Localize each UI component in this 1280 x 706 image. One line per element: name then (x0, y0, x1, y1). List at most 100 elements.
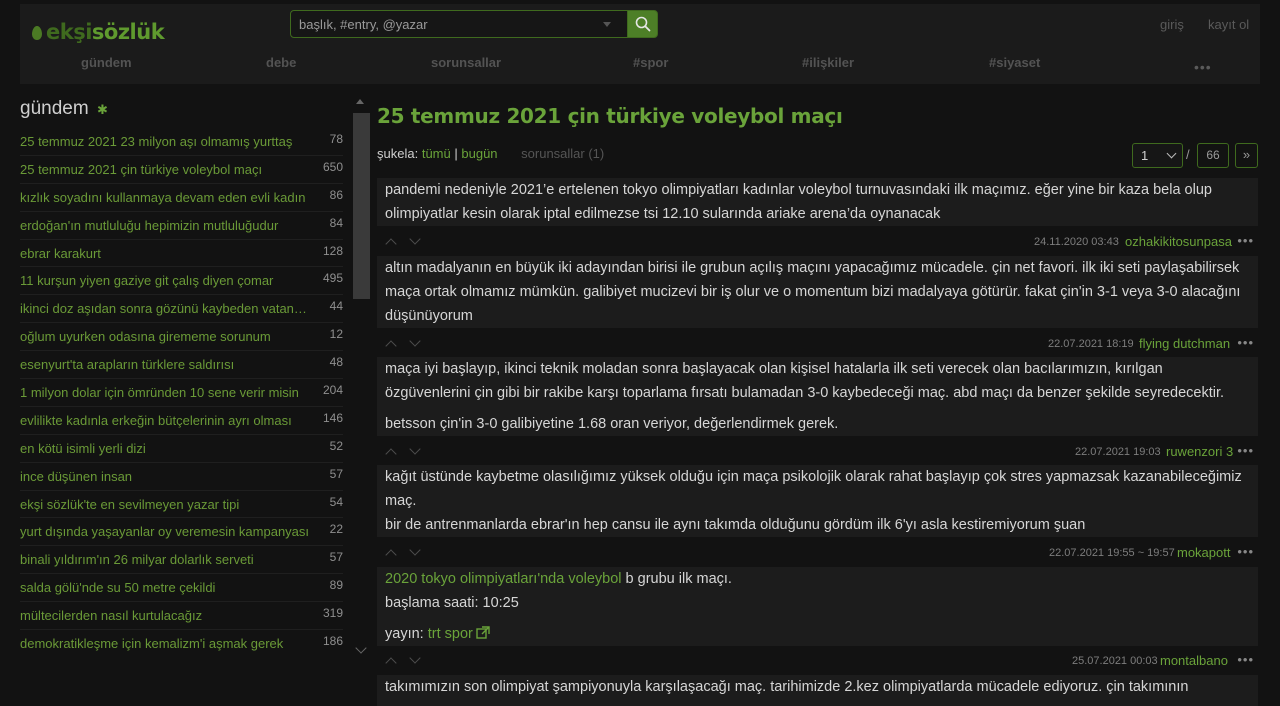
topic-heading[interactable]: 25 temmuz 2021 çin türkiye voleybol maçı (377, 104, 843, 128)
topic-item[interactable]: esenyurt'ta arapların türklere saldırısı… (20, 351, 343, 380)
downvote-icon[interactable] (409, 335, 421, 347)
more-options-icon[interactable]: ••• (1237, 652, 1254, 667)
topic-title[interactable]: 11 kurşun yiyen gaziye git çalış diyen ç… (20, 273, 310, 288)
register-link[interactable]: kayıt ol (1208, 17, 1249, 32)
upvote-icon[interactable] (385, 340, 397, 352)
downvote-icon[interactable] (409, 544, 421, 556)
topic-title[interactable]: demokratikleşme için kemalizm'i aşmak ge… (20, 636, 310, 651)
sukela-today-link[interactable]: bugün (461, 146, 497, 161)
topic-item[interactable]: ikinci doz aşıdan sonra gözünü kaybeden … (20, 295, 343, 324)
topic-title[interactable]: yurt dışında yaşayanlar oy veremesin kam… (20, 524, 310, 539)
entry-author[interactable]: flying dutchman (1139, 336, 1230, 351)
entry-content: kağıt üstünde kaybetme olasılığımız yüks… (377, 465, 1258, 537)
entry-author[interactable]: ozhakikitosunpasa (1125, 234, 1232, 249)
topic-item[interactable]: demokratikleşme için kemalizm'i aşmak ge… (20, 630, 343, 658)
scroll-down-icon[interactable] (355, 642, 367, 654)
nav-iliskiler[interactable]: #ilişkiler (802, 55, 854, 70)
topic-title[interactable]: erdoğan'ın mutluluğu hepimizin mutluluğu… (20, 218, 310, 233)
nav-sorunsallar[interactable]: sorunsallar (431, 55, 501, 70)
site-logo[interactable]: ekşisözlük (32, 20, 165, 44)
entry-author[interactable]: ruwenzori 3 (1166, 444, 1233, 459)
topic-count: 86 (329, 187, 343, 202)
topic-title[interactable]: binali yıldırım'ın 26 milyar dolarlık se… (20, 552, 310, 567)
page-last-button[interactable]: 66 (1197, 143, 1229, 168)
more-options-icon[interactable]: ••• (1237, 233, 1254, 248)
search-icon (635, 16, 650, 32)
nav-gundem[interactable]: gündem (81, 55, 132, 70)
entry-date[interactable]: 22.07.2021 18:19 (1048, 338, 1134, 350)
entry-date[interactable]: 24.11.2020 03:43 (1034, 236, 1119, 248)
entry-date[interactable]: 22.07.2021 19:03 (1075, 446, 1161, 458)
topic-item[interactable]: ince düşünen insan 57 (20, 463, 343, 491)
more-options-icon[interactable]: ••• (1237, 335, 1254, 350)
scroll-up-icon[interactable] (356, 99, 364, 104)
topic-count: 319 (322, 606, 343, 621)
topic-item[interactable]: 25 temmuz 2021 çin türkiye voleybol maçı… (20, 156, 343, 184)
topic-title[interactable]: salda gölü'nde su 50 metre çekildi (20, 580, 310, 595)
nav-spor[interactable]: #spor (633, 55, 668, 70)
topic-item[interactable]: oğlum uyurken odasına girememe sorunum 12 (20, 323, 343, 352)
topic-item[interactable]: evlilikte kadınla erkeğin bütçelerinin a… (20, 407, 343, 435)
more-options-icon[interactable]: ••• (1237, 443, 1254, 458)
topic-count: 57 (329, 466, 343, 481)
topic-title[interactable]: ebrar karakurt (20, 246, 310, 261)
topic-count: 52 (329, 438, 343, 453)
topic-title[interactable]: kızlık soyadını kullanmaya devam eden ev… (20, 190, 310, 205)
sidebar-scrollbar[interactable] (353, 113, 370, 299)
topic-list: 25 temmuz 2021 23 milyon aşı olmamış yur… (20, 128, 343, 658)
topic-title[interactable]: mültecilerden nasıl kurtulacağız (20, 608, 310, 623)
topic-title[interactable]: esenyurt'ta arapların türklere saldırısı (20, 357, 310, 372)
topic-item[interactable]: mültecilerden nasıl kurtulacağız 319 (20, 602, 343, 631)
entry-author[interactable]: montalbano (1160, 653, 1228, 668)
page-select[interactable]: 1 (1132, 143, 1183, 168)
more-icon[interactable]: ••• (1194, 59, 1212, 75)
upvote-icon[interactable] (385, 238, 397, 250)
topic-title[interactable]: 1 milyon dolar için ömründen 10 sene ver… (20, 385, 310, 400)
topic-item[interactable]: ebrar karakurt 128 (20, 240, 343, 268)
topic-item[interactable]: 25 temmuz 2021 23 milyon aşı olmamış yur… (20, 128, 343, 156)
topic-title[interactable]: en kötü isimli yerli dizi (20, 441, 310, 456)
chevron-down-icon (1166, 148, 1177, 159)
bkz-link[interactable]: 2020 tokyo olimpiyatları'nda voleybol (385, 571, 622, 587)
topic-item[interactable]: 11 kurşun yiyen gaziye git çalış diyen ç… (20, 267, 343, 296)
topic-title[interactable]: 25 temmuz 2021 çin türkiye voleybol maçı (20, 162, 310, 177)
nav-siyaset[interactable]: #siyaset (989, 55, 1040, 70)
downvote-icon[interactable] (409, 233, 421, 245)
search-button[interactable] (627, 10, 658, 38)
topic-count: 44 (329, 299, 343, 314)
downvote-icon[interactable] (409, 652, 421, 664)
page-next-button[interactable]: » (1235, 143, 1258, 168)
topic-item[interactable]: kızlık soyadını kullanmaya devam eden ev… (20, 184, 343, 212)
upvote-icon[interactable] (385, 448, 397, 460)
topic-title[interactable]: oğlum uyurken odasına girememe sorunum (20, 329, 310, 344)
entry-author[interactable]: mokapott (1177, 545, 1230, 560)
trt-spor-link[interactable]: trt spor (428, 626, 473, 642)
topic-title[interactable]: evlilikte kadınla erkeğin bütçelerinin a… (20, 413, 310, 428)
sorunsallar-link[interactable]: sorunsallar (1) (521, 146, 604, 161)
upvote-icon[interactable] (385, 657, 397, 669)
topic-item[interactable]: erdoğan'ın mutluluğu hepimizin mutluluğu… (20, 212, 343, 240)
topic-item[interactable]: 1 milyon dolar için ömründen 10 sene ver… (20, 379, 343, 407)
topic-title[interactable]: 25 temmuz 2021 23 milyon aşı olmamış yur… (20, 134, 310, 149)
sukela-all-link[interactable]: tümü (422, 146, 451, 161)
nav-debe[interactable]: debe (266, 55, 296, 70)
entry-date[interactable]: 22.07.2021 19:55 ~ 19:57 (1049, 547, 1175, 559)
topic-item[interactable]: en kötü isimli yerli dizi 52 (20, 435, 343, 463)
upvote-icon[interactable] (385, 549, 397, 561)
topic-count: 84 (329, 215, 343, 230)
entry-date[interactable]: 25.07.2021 00:03 (1072, 655, 1158, 667)
topic-title[interactable]: ikinci doz aşıdan sonra gözünü kaybeden … (20, 301, 310, 316)
search-dropdown-icon[interactable] (603, 22, 611, 27)
entry-content: altın madalyanın en büyük iki adayından … (377, 256, 1258, 328)
topic-item[interactable]: salda gölü'nde su 50 metre çekildi 89 (20, 574, 343, 603)
gear-icon[interactable]: ✱ (97, 102, 108, 118)
topic-title[interactable]: ekşi sözlük'te en sevilmeyen yazar tipi (20, 497, 310, 512)
topic-item[interactable]: binali yıldırım'ın 26 milyar dolarlık se… (20, 546, 343, 575)
topic-item[interactable]: yurt dışında yaşayanlar oy veremesin kam… (20, 518, 343, 547)
downvote-icon[interactable] (409, 443, 421, 455)
topic-item[interactable]: ekşi sözlük'te en sevilmeyen yazar tipi 5… (20, 491, 343, 519)
search-input[interactable] (290, 10, 628, 38)
topic-title[interactable]: ince düşünen insan (20, 469, 310, 484)
login-link[interactable]: giriş (1160, 17, 1184, 32)
more-options-icon[interactable]: ••• (1237, 544, 1254, 559)
